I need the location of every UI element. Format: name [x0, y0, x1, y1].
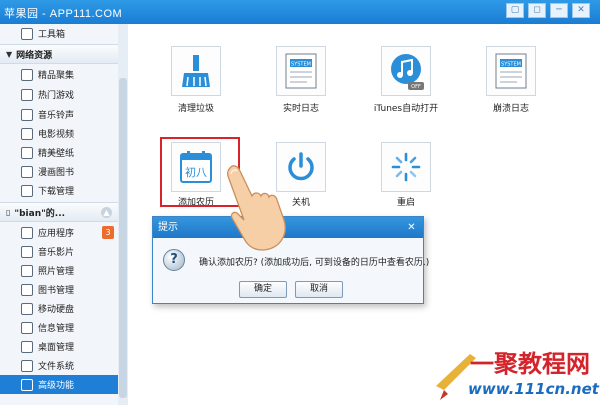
folder-icon: [21, 359, 33, 372]
eject-icon[interactable]: ▲: [101, 207, 112, 218]
sidebar-item-label: 下载管理: [38, 187, 75, 197]
system-text: SYSTEM: [501, 62, 521, 68]
cancel-button[interactable]: 取消: [295, 281, 343, 298]
question-icon: ?: [163, 249, 185, 271]
sidebar-item-apps[interactable]: 应用程序 3: [0, 223, 118, 242]
sidebar-item-label: 精品聚集: [38, 71, 75, 81]
maximize-button[interactable]: ◻: [528, 3, 546, 18]
system-log-icon: SYSTEM: [285, 53, 317, 89]
tile-label: 清理垃圾: [177, 104, 214, 114]
sidebar-item-photos[interactable]: 照片管理: [0, 261, 118, 280]
brand-url: www.111cn.net: [468, 380, 600, 398]
tile-label: iTunes自动打开: [373, 104, 439, 114]
sidebar-item-games[interactable]: 热门游戏: [0, 85, 118, 104]
sidebar-item-disk[interactable]: 移动硬盘: [0, 299, 118, 318]
skin-button[interactable]: ▢: [506, 3, 524, 18]
off-badge: OFF: [411, 84, 421, 90]
sidebar-header-network[interactable]: ▼ 网络资源: [0, 44, 118, 64]
sidebar-item-label: 音乐铃声: [38, 111, 75, 121]
download-icon: [21, 184, 33, 197]
sidebar-item-label: 信息管理: [38, 324, 75, 334]
sidebar-item-label: 电影视频: [38, 130, 75, 140]
sidebar-item-label: 文件系统: [38, 362, 75, 372]
film-icon: [21, 127, 33, 140]
broom-icon: [182, 55, 210, 87]
restart-icon: [391, 152, 421, 182]
tile-crash-log[interactable]: SYSTEM: [486, 46, 536, 96]
update-count-badge: 3: [102, 226, 114, 239]
book-icon: [21, 283, 33, 296]
sidebar-item-label: 漫画图书: [38, 168, 75, 178]
sidebar-item-featured[interactable]: 精品聚集: [0, 65, 118, 84]
sidebar-item-label: 高级功能: [38, 381, 75, 391]
collapse-arrow-icon: ▼: [6, 49, 13, 59]
crash-log-icon: SYSTEM: [495, 53, 527, 89]
watermark-top: 苹果园 - APP111.COM: [4, 8, 123, 20]
sidebar-item-books[interactable]: 图书管理: [0, 280, 118, 299]
media-icon: [21, 245, 33, 258]
title-bar: 苹果园 - APP111.COM ▢ ◻ ─ ✕: [0, 0, 600, 24]
sidebar-header-label: 网络资源: [16, 50, 53, 61]
book-icon: [21, 165, 33, 178]
music-note-icon: [21, 108, 33, 121]
sidebar-item-label: 精美壁纸: [38, 149, 75, 159]
sidebar-item-label: 热门游戏: [38, 91, 75, 101]
sidebar-item-messages[interactable]: 信息管理: [0, 318, 118, 337]
scrollbar-thumb[interactable]: [119, 78, 127, 398]
contacts-icon: [21, 321, 33, 334]
user-icon: [21, 378, 33, 391]
tile-label: 崩溃日志: [492, 104, 529, 114]
sidebar-header-label: "bian"的...: [14, 208, 66, 219]
sidebar-item-comics[interactable]: 漫画图书: [0, 162, 118, 181]
close-button[interactable]: ✕: [572, 3, 590, 18]
tile-clean-junk[interactable]: [171, 46, 221, 96]
system-text: SYSTEM: [291, 62, 311, 68]
sidebar-item-label: 工具箱: [38, 30, 66, 40]
phone-icon: ▯: [6, 207, 11, 217]
sidebar-item-toolbox[interactable]: 工具箱: [0, 24, 118, 43]
sidebar-item-music[interactable]: 音乐铃声: [0, 105, 118, 124]
dialog-message: 确认添加农历? (添加成功后, 可到设备的日历中查看农历.): [199, 258, 430, 268]
sidebar-item-advanced[interactable]: 高级功能: [0, 375, 118, 394]
sidebar-item-label: 音乐影片: [38, 248, 75, 258]
close-icon[interactable]: ✕: [405, 221, 418, 234]
ok-button[interactable]: 确定: [239, 281, 287, 298]
image-icon: [21, 146, 33, 159]
hand-pointer-icon: [226, 165, 286, 251]
sidebar-header-device[interactable]: ▯ "bian"的... ▲: [0, 202, 118, 222]
itunes-icon: OFF: [391, 54, 424, 90]
sidebar-item-desktop[interactable]: 桌面管理: [0, 337, 118, 356]
brand-watermark: 一聚教程网 www.111cn.net: [430, 342, 600, 405]
apps-icon: [21, 226, 33, 239]
sidebar-item-downloads[interactable]: 下载管理: [0, 181, 118, 200]
brand-name: 一聚教程网: [470, 350, 590, 378]
sidebar-item-label: 应用程序: [38, 229, 75, 239]
sidebar-item-media[interactable]: 音乐影片: [0, 242, 118, 261]
tile-label: 实时日志: [282, 104, 319, 114]
minimize-button[interactable]: ─: [550, 3, 568, 18]
photo-icon: [21, 264, 33, 277]
disk-icon: [21, 302, 33, 315]
window-controls: ▢ ◻ ─ ✕: [506, 3, 590, 18]
wrench-icon: [21, 27, 33, 40]
sidebar-scrollbar[interactable]: [118, 24, 128, 405]
sidebar: 工具箱 ▼ 网络资源 精品聚集 热门游戏 音乐铃声 电影视频 精美壁纸 漫画图书…: [0, 24, 128, 405]
sidebar-item-filesystem[interactable]: 文件系统: [0, 356, 118, 375]
grid-icon: [21, 68, 33, 81]
sidebar-item-label: 图书管理: [38, 286, 75, 296]
game-icon: [21, 88, 33, 101]
desktop-icon: [21, 340, 33, 353]
tile-itunes-autoopen[interactable]: OFF: [381, 46, 431, 96]
tile-realtime-log[interactable]: SYSTEM: [276, 46, 326, 96]
sidebar-item-video[interactable]: 电影视频: [0, 124, 118, 143]
sidebar-item-label: 照片管理: [38, 267, 75, 277]
sidebar-item-label: 移动硬盘: [38, 305, 75, 315]
sidebar-item-label: 桌面管理: [38, 343, 75, 353]
tile-restart[interactable]: [381, 142, 431, 192]
tile-label: 重启: [396, 198, 415, 208]
sidebar-item-wallpaper[interactable]: 精美壁纸: [0, 143, 118, 162]
